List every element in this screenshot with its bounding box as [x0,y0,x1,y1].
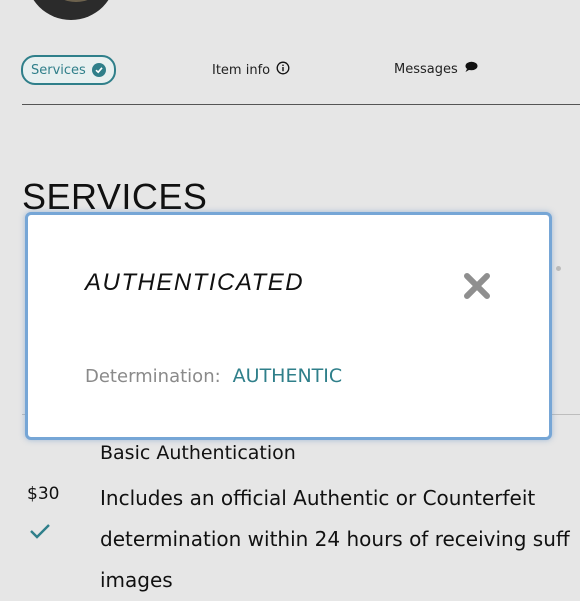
service-description-line: Includes an official Authentic or Counte… [100,486,536,510]
service-description-line: determination within 24 hours of receivi… [100,527,570,551]
close-icon [462,273,492,304]
check-circle-icon [91,63,106,77]
tab-messages-label: Messages [394,61,458,77]
authentication-modal: AUTHENTICATED Determination: AUTHENTIC [25,212,552,440]
tab-bar: Services Item info Messages [0,55,580,85]
modal-title: AUTHENTICATED [85,269,305,296]
service-price: $30 [27,484,60,504]
tab-item-info-label: Item info [212,62,271,78]
tab-item-info[interactable]: Item info [212,61,290,79]
close-button[interactable] [462,271,492,301]
info-icon [276,61,290,79]
service-description-line: images [100,568,173,592]
determination-row: Determination: AUTHENTIC [85,365,342,387]
background-dot [556,266,561,271]
tab-services-label: Services [31,62,86,78]
checkmark-icon [29,522,51,544]
tab-services[interactable]: Services [21,55,116,85]
avatar [26,0,116,20]
tab-divider [22,104,580,105]
tab-messages[interactable]: Messages [394,61,478,77]
chat-bubble-icon [464,61,478,77]
determination-value: AUTHENTIC [232,365,343,387]
service-description: Includes an official Authentic or Counte… [100,478,580,601]
determination-label: Determination: [85,366,221,387]
service-name: Basic Authentication [100,442,296,464]
